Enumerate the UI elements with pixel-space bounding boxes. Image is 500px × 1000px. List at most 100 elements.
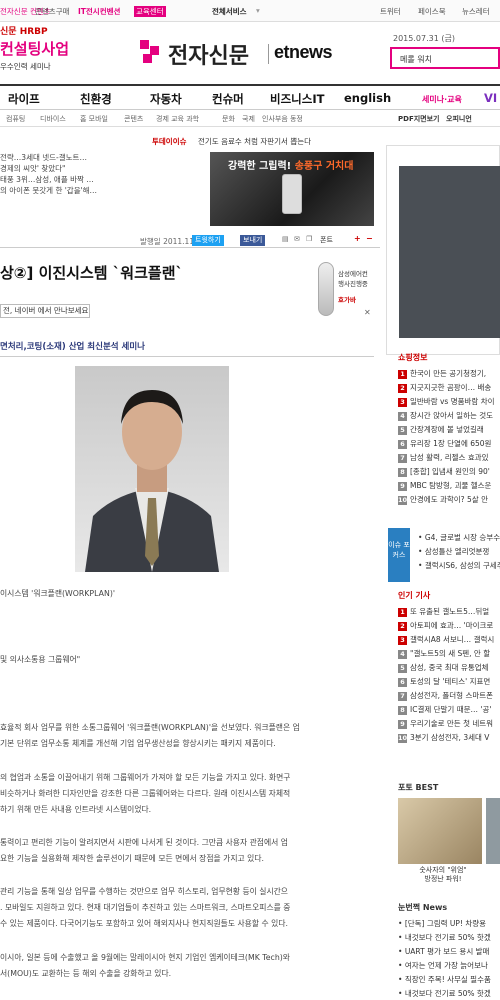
shopping-title: 쇼핑정보	[398, 353, 428, 362]
facebook-link[interactable]: 페이스북	[418, 6, 446, 17]
list-item[interactable]: 경제의 씨앗' 찾았다"	[0, 163, 65, 174]
promo-line-2: 컨설팅사업	[0, 40, 70, 58]
topbar-link-3[interactable]: IT전시컨벤션	[78, 6, 120, 17]
related-seminar-link[interactable]: 면처리,코팅(소재) 산업 최신분석 세미나	[0, 340, 374, 354]
naver-subscribe-button[interactable]: 전, 네이버 에서 만나보세요	[0, 304, 90, 318]
list-item[interactable]: 6 유리장 1장 단열에 650원	[398, 438, 500, 449]
list-item[interactable]: 3 일반바람 vs 명품바람 차이	[398, 396, 500, 407]
list-item[interactable]: 10 3분기 삼성전자, 3세대 V	[398, 732, 500, 743]
subnav-item[interactable]: 문화	[222, 114, 235, 124]
today-issue-bar: 투데이이슈 전기도 음료수 처럼 자판기서 뽑는다	[0, 131, 380, 147]
font-decrease-button[interactable]: −	[366, 234, 373, 243]
list-item[interactable]: • 내것보다 전기료 50% 핫겠	[398, 932, 500, 943]
body-line: 의 협업과 소통을 이끌어내기 위해 그룹웨어가 가져야 할 모든 기능을 가지…	[0, 773, 291, 782]
subnav-item[interactable]: 콘텐츠	[124, 114, 143, 124]
topbar-link-4[interactable]: 교육센터	[134, 6, 166, 17]
right-banner-ad[interactable]	[386, 145, 500, 355]
list-item[interactable]: • 내것보다 전기료 50% 핫겠	[398, 988, 500, 999]
list-item[interactable]: • 여자는 언제 가장 늙어보나	[398, 960, 500, 971]
font-increase-button[interactable]: +	[354, 234, 361, 243]
car-mount-ad[interactable]: 강력한 그립력! 송풍구 거치대	[210, 152, 374, 226]
print-icon[interactable]: ▤	[282, 235, 289, 243]
subnav-item[interactable]: 디바이스	[40, 114, 66, 124]
subnav-item[interactable]: 경제 교육 과학	[156, 114, 199, 124]
nav-item-auto[interactable]: 자동차	[150, 91, 182, 107]
list-item[interactable]: 태풍 3위…삼성, 애플 바짝 …	[0, 174, 94, 185]
ad-line: 행사진행중	[338, 280, 368, 288]
font-label: 폰트	[320, 236, 333, 244]
list-item[interactable]: 2 아토피에 효과… '마이크로	[398, 620, 500, 631]
news-title: 눈번쩍 News	[398, 903, 448, 912]
close-icon[interactable]: ✕	[364, 308, 371, 317]
site-logo[interactable]: 전자신문 etnews	[140, 36, 360, 72]
body-line: 및 의사소통용 그룹웨어"	[0, 655, 81, 664]
nav-item-english[interactable]: english	[344, 91, 391, 105]
list-item[interactable]: 8 IC결제 단말기 때문… '공'	[398, 704, 500, 715]
newsletter-link[interactable]: 뉴스레터	[462, 6, 490, 17]
topbar-link-2[interactable]: 콘텐츠구매	[35, 6, 70, 17]
list-item[interactable]: 1또 유출된 갤노트5…뒤얼	[398, 606, 500, 617]
photo-caption[interactable]: 숫사자의 "위엄" 방정난 파워!	[398, 866, 488, 884]
subnav-item[interactable]: 컴퓨팅	[6, 114, 25, 124]
photo-thumbnail[interactable]	[398, 798, 482, 864]
opinion-link[interactable]: 오피니언	[446, 114, 472, 124]
list-item[interactable]: 7 남성 활력, 리젤스 효과있	[398, 452, 500, 463]
mail-icon[interactable]: ✉	[294, 235, 300, 243]
list-item[interactable]: 의 아이폰 뭇갓게 한 '갑을'해…	[0, 185, 97, 196]
nav-item-vi[interactable]: VI	[484, 91, 497, 105]
today-issue-link[interactable]: 전기도 음료수 처럼 자판기서 뽑는다	[198, 136, 311, 147]
header-promo-banner[interactable]: 신문 HRBP 컨설팅사업 우수인력 세미나	[0, 24, 75, 80]
aircon-image	[318, 262, 334, 316]
subnav-item[interactable]: 홈 모바일	[80, 114, 108, 124]
list-item[interactable]: 9 MBC 탐방형, 괴물 헬스운	[398, 480, 500, 491]
right-rail: 쇼핑정보 1 한국이 만든 공기청정기, 2 지긋지긋한 곰팡이… 배송 3 일반바람…	[388, 346, 500, 1000]
list-item[interactable]: 2 지긋지긋한 곰팡이… 배송	[398, 382, 500, 393]
list-item[interactable]: 3 갤럭시A8 서보니… 갤럭시	[398, 634, 500, 645]
nav-item-bizit[interactable]: 비즈니스IT	[270, 91, 324, 107]
nav-item-seminar[interactable]: 세미나·교육	[422, 94, 462, 105]
list-item[interactable]: • 직장인 주목! 사무실 필수품	[398, 974, 500, 985]
nav-item-eco[interactable]: 친환경	[80, 91, 112, 107]
pdf-view-link[interactable]: PDF지면보기	[398, 114, 439, 124]
list-item[interactable]: 1 한국이 만든 공기청정기,	[398, 368, 500, 379]
list-item[interactable]: 4 장시간 앉아서 일하는 것도	[398, 410, 500, 421]
body-line: 통력이고 편리한 기능이 알려지면서 시판에 나서게 된 것이다. 그만큼 사용…	[0, 838, 288, 847]
list-item[interactable]: • 삼성틀산 엘리엇분쟁	[418, 546, 500, 557]
chevron-down-icon[interactable]: ▾	[256, 6, 260, 15]
list-item[interactable]: 7 삼성전자, 폴더형 스마트폰	[398, 690, 500, 701]
search-input[interactable]: 메롤 워치	[390, 47, 500, 69]
ad-text: 강력한 그립력! 송풍구 거치대	[228, 161, 354, 172]
list-item[interactable]: 9 우리기술로 만든 첫 네트워	[398, 718, 500, 729]
today-issue-label: 투데이이슈	[152, 137, 187, 146]
list-item[interactable]: 전략…3세대 넷드-갤노트…	[0, 152, 87, 163]
samsung-ad[interactable]: 삼성에어컨 행사진행중 호가바 ✕	[316, 262, 376, 320]
all-services-link[interactable]: 전체서비스	[212, 6, 247, 17]
logo-divider	[268, 44, 269, 64]
twitter-link[interactable]: 트위터	[380, 6, 401, 17]
body-line: 요한 기능을 실용화해 제작한 솔루션이기 때문에 모든 면에서 장점을 가지고…	[0, 854, 264, 863]
list-item[interactable]: 4 "갤노트5의 새 S펜, 안 할	[398, 648, 500, 659]
nav-item-consumer[interactable]: 컨슈머	[212, 91, 244, 107]
list-item[interactable]: • 갤럭시S6, 삼성의 구세주	[418, 560, 500, 571]
list-item[interactable]: • UART 평가 보드 용시 발매	[398, 946, 500, 957]
facebook-share-button[interactable]: 보내기	[240, 235, 266, 246]
article-photo	[75, 366, 229, 572]
ad-line: 호가바	[338, 296, 356, 304]
tweet-button[interactable]: 트윗하기	[192, 235, 224, 246]
list-item[interactable]: 10 안경에도 과학이? 5살 안	[398, 494, 500, 505]
body-line: 수 있는 제품이다. 다국어기능도 포함하고 있어 해외지사나 현지직원들도 사…	[0, 919, 288, 928]
list-item[interactable]: 5 간장계장에 볼 넣었길래	[398, 424, 500, 435]
nav-item-life[interactable]: 라이프	[8, 91, 40, 107]
photo-thumbnail[interactable]	[486, 798, 500, 864]
phone-image	[282, 174, 302, 214]
list-item[interactable]: • [단독] 그림력 UP! 차량용	[398, 918, 500, 929]
list-item[interactable]: 8 [종합] 입냄새 원인의 90'	[398, 466, 500, 477]
copy-icon[interactable]: ❐	[306, 235, 312, 243]
list-item[interactable]: • G4, 글로벌 시장 승부수	[418, 532, 500, 543]
body-line: 서(MOU)도 교환하는 등 해외 수출을 강화하고 있다.	[0, 969, 172, 978]
list-item[interactable]: 6 토성의 달 '테티스' 지표면	[398, 676, 500, 687]
subnav-item[interactable]: 인사부음 동정	[262, 114, 303, 124]
body-line: 비슷하거나 화려한 디자인만을 강조한 다른 그룹웨어와는 다르다. 원래 이진…	[0, 789, 291, 798]
list-item[interactable]: 5 삼성, 중국 최대 유통업체	[398, 662, 500, 673]
subnav-item[interactable]: 국제	[242, 114, 255, 124]
